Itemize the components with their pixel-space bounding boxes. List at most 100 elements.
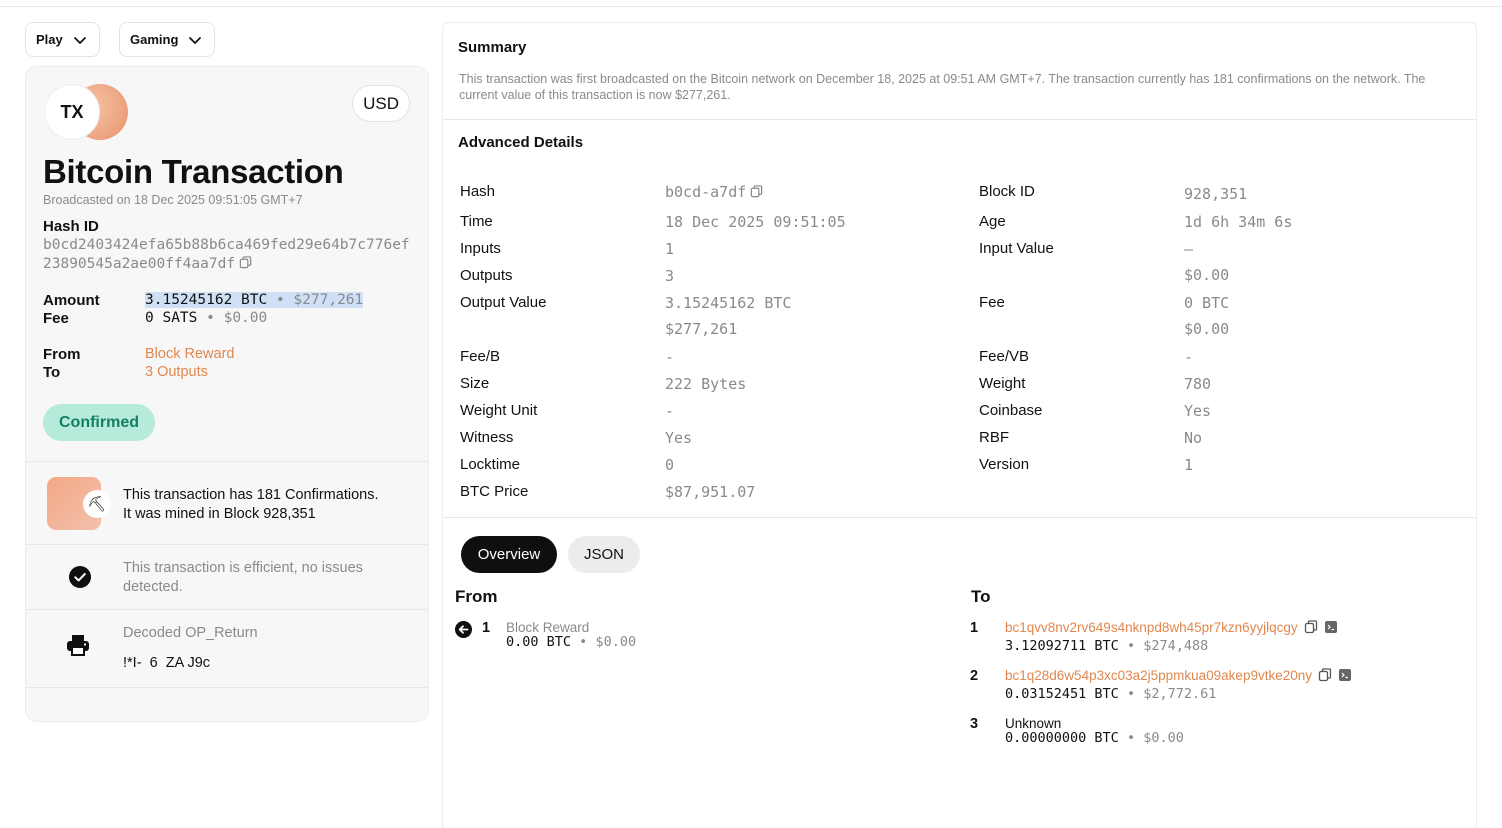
separator-dot: •: [1126, 686, 1136, 702]
summary-text: This transaction was first broadcasted o…: [459, 72, 1426, 102]
detail-value[interactable]: b0cd-a7df: [665, 183, 746, 201]
amount-usd: $277,261: [293, 292, 364, 308]
from-label: From: [43, 346, 81, 363]
input-index: 1: [482, 620, 491, 636]
output-address-row: bc1q28d6w54p3xc03a2j5ppmkua09akep9vtke20…: [1005, 668, 1352, 683]
input-usd: $0.00: [595, 634, 637, 650]
check-circle-icon: [69, 566, 91, 588]
output-amount: 0.00000000 BTC • $0.00: [1005, 730, 1184, 746]
detail-value: 780: [1184, 375, 1212, 393]
output-btc: 0.00000000 BTC: [1005, 730, 1119, 746]
hash-id-value: b0cd2403424efa65b88b6ca469fed29e64b7c776…: [43, 236, 415, 274]
output-address: Unknown: [1005, 716, 1062, 731]
output-amount: 0.03152451 BTC • $2,772.61: [1005, 686, 1216, 702]
divider: [26, 461, 428, 462]
copy-icon[interactable]: [239, 256, 252, 269]
fee-value: 0 SATS • $0.00: [145, 310, 267, 326]
tab-overview[interactable]: Overview: [461, 536, 557, 573]
amount-value: 3.15245162 BTC • $277,261: [145, 292, 364, 308]
advanced-details-title: Advanced Details: [458, 134, 584, 151]
detail-value: 1: [1184, 456, 1194, 474]
divider: [26, 544, 428, 545]
fee-sats: 0 SATS: [145, 310, 198, 326]
detail-label: Age: [979, 213, 1006, 230]
output-index: 1: [970, 620, 979, 636]
detail-label: Weight Unit: [460, 402, 538, 419]
copy-icon[interactable]: [750, 185, 763, 198]
detail-label: Time: [460, 213, 493, 230]
currency-toggle[interactable]: USD: [352, 85, 410, 122]
divider: [26, 609, 428, 610]
block-id-link[interactable]: 928,351: [1184, 185, 1247, 203]
detail-value: Yes: [1184, 402, 1212, 420]
play-dropdown-label: Play: [36, 32, 63, 47]
fee-usd: $0.00: [223, 310, 268, 326]
detail-value: -: [665, 402, 675, 420]
detail-value: 18 Dec 2025 09:51:05: [665, 213, 846, 231]
gaming-dropdown-label: Gaming: [130, 32, 179, 47]
detail-label: Coinbase: [979, 402, 1043, 419]
output-usd: $0.00: [1143, 730, 1184, 746]
detail-value: 1d 6h 34m 6s: [1184, 213, 1293, 231]
hash-id-text[interactable]: b0cd2403424efa65b88b6ca469fed29e64b7c776…: [43, 237, 410, 272]
tx-badge: TX: [44, 84, 100, 140]
gaming-dropdown[interactable]: Gaming: [119, 22, 216, 57]
detail-value: 0 BTC: [1184, 294, 1230, 312]
output-amount: 3.12092711 BTC • $274,488: [1005, 638, 1208, 654]
detail-value: -: [1184, 348, 1194, 366]
fee-label: Fee: [43, 310, 69, 327]
detail-value: Yes: [665, 429, 693, 447]
confirmations-info: This transaction has 181 Confirmations. …: [123, 486, 379, 524]
output-btc: 0.03152451 BTC: [1005, 686, 1119, 702]
tx-logo: TX: [44, 84, 130, 140]
transaction-card: TX USD Bitcoin Transaction Broadcasted o…: [25, 66, 429, 722]
separator-dot: •: [1126, 730, 1136, 746]
broadcast-time: Broadcasted on 18 Dec 2025 09:51:05 GMT+…: [43, 193, 303, 207]
explorer-icon[interactable]: [1324, 620, 1338, 634]
separator-dot: •: [206, 310, 215, 326]
to-link[interactable]: 3 Outputs: [145, 364, 208, 380]
printer-icon: [67, 635, 89, 656]
detail-value-secondary: $277,261: [665, 320, 738, 338]
detail-label: Hash: [460, 183, 496, 200]
op-return-label: Decoded OP_Return: [123, 625, 258, 641]
detail-value-secondary: $0.00: [1184, 266, 1230, 284]
output-index: 2: [970, 668, 979, 684]
hash-short-value: b0cd-a7df: [665, 183, 763, 201]
output-address-row: bc1qvv8nv2rv649s4nknpd8wh45pr7kzn6yyjlqc…: [1005, 620, 1338, 635]
copy-icon[interactable]: [1304, 620, 1318, 634]
play-dropdown[interactable]: Play: [25, 22, 100, 57]
detail-label: Block ID: [979, 183, 1035, 200]
detail-label: Size: [460, 375, 490, 392]
hash-id-label: Hash ID: [43, 218, 99, 235]
detail-value: $87,951.07: [665, 483, 756, 501]
detail-label: Inputs: [460, 240, 501, 257]
detail-value: -: [665, 348, 675, 366]
summary-title: Summary: [458, 39, 527, 56]
from-heading: From: [455, 587, 498, 606]
explorer-icon[interactable]: [1338, 668, 1352, 682]
separator-dot: •: [579, 634, 588, 650]
from-link[interactable]: Block Reward: [145, 346, 234, 362]
input-source: Block Reward: [506, 620, 590, 635]
amount-btc: 3.15245162 BTC: [145, 292, 268, 308]
output-address-link[interactable]: bc1q28d6w54p3xc03a2j5ppmkua09akep9vtke20…: [1005, 668, 1312, 683]
tab-json[interactable]: JSON: [568, 536, 640, 573]
status-badge: Confirmed: [43, 404, 155, 441]
output-usd: $274,488: [1143, 638, 1209, 654]
divider: [443, 517, 1476, 518]
divider: [26, 687, 428, 688]
copy-icon[interactable]: [1318, 668, 1332, 682]
separator-dot: •: [1126, 638, 1136, 654]
output-usd: $2,772.61: [1143, 686, 1217, 702]
detail-label: Locktime: [460, 456, 521, 473]
page-title: Bitcoin Transaction: [43, 153, 344, 190]
detail-label: Output Value: [460, 294, 547, 311]
pickaxe-icon: ⛏: [83, 490, 111, 518]
detail-label: Fee/B: [460, 348, 501, 365]
separator-dot: •: [275, 292, 285, 308]
details-panel: Summary This transaction was first broad…: [442, 22, 1477, 828]
output-address-link[interactable]: bc1qvv8nv2rv649s4nknpd8wh45pr7kzn6yyjlqc…: [1005, 620, 1298, 635]
detail-value-secondary: $0.00: [1184, 320, 1230, 338]
detail-value: 3.15245162 BTC: [665, 294, 792, 312]
